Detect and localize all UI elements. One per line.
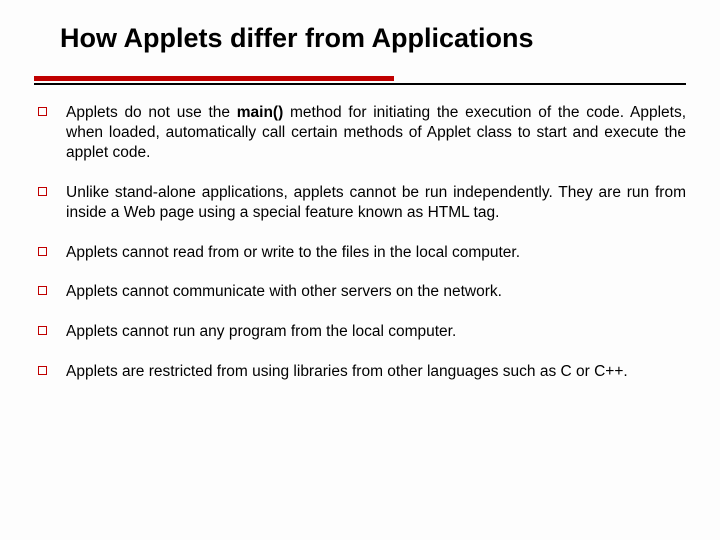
bullet-text: Applets cannot communicate with other se… bbox=[66, 283, 502, 300]
accent-bar bbox=[34, 76, 394, 81]
slide-title: How Applets differ from Applications bbox=[60, 22, 620, 54]
bullet-text-pre: Applets do not use the bbox=[66, 104, 237, 121]
bullet-text: Applets are restricted from using librar… bbox=[66, 363, 628, 380]
list-item: Applets cannot run any program from the … bbox=[34, 322, 686, 342]
list-item: Applets do not use the main() method for… bbox=[34, 103, 686, 162]
bullet-text-bold: main() bbox=[237, 104, 284, 121]
list-item: Applets are restricted from using librar… bbox=[34, 362, 686, 382]
full-rule bbox=[34, 83, 686, 85]
bullet-text: Unlike stand-alone applications, applets… bbox=[66, 184, 686, 221]
list-item: Applets cannot communicate with other se… bbox=[34, 282, 686, 302]
bullet-list: Applets do not use the main() method for… bbox=[34, 103, 686, 381]
title-underline bbox=[34, 76, 686, 85]
bullet-text: Applets cannot read from or write to the… bbox=[66, 244, 520, 261]
bullet-text: Applets cannot run any program from the … bbox=[66, 323, 456, 340]
list-item: Unlike stand-alone applications, applets… bbox=[34, 183, 686, 223]
list-item: Applets cannot read from or write to the… bbox=[34, 243, 686, 263]
